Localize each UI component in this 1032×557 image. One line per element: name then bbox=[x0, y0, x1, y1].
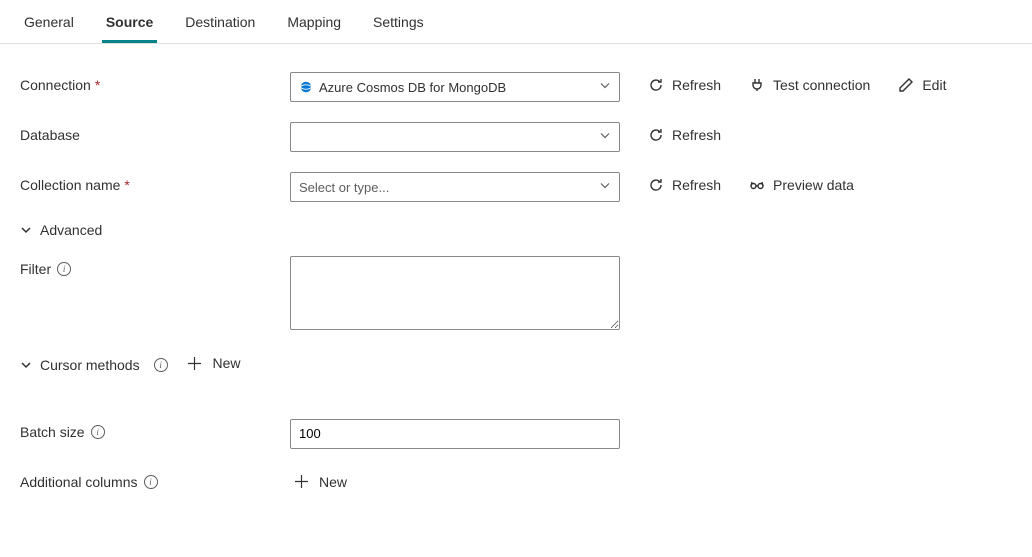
plug-icon bbox=[749, 77, 765, 93]
filter-label: Filter i bbox=[20, 256, 290, 277]
new-additional-column-button[interactable]: New bbox=[290, 472, 351, 492]
batch-size-label: Batch size i bbox=[20, 419, 290, 440]
chevron-down-icon bbox=[599, 80, 611, 95]
refresh-collection-button[interactable]: Refresh bbox=[648, 177, 721, 193]
edit-connection-button[interactable]: Edit bbox=[898, 77, 946, 93]
refresh-connection-button[interactable]: Refresh bbox=[648, 77, 721, 93]
refresh-icon bbox=[648, 77, 664, 93]
glasses-icon bbox=[749, 177, 765, 193]
required-indicator: * bbox=[124, 177, 129, 193]
plus-icon bbox=[294, 474, 309, 489]
advanced-toggle[interactable]: Advanced bbox=[20, 222, 102, 238]
info-icon[interactable]: i bbox=[57, 262, 71, 276]
tab-mapping[interactable]: Mapping bbox=[283, 2, 345, 43]
chevron-down-icon bbox=[599, 180, 611, 195]
database-label: Database bbox=[20, 122, 290, 143]
info-icon[interactable]: i bbox=[144, 475, 158, 489]
new-cursor-method-button[interactable]: New bbox=[183, 353, 244, 373]
additional-columns-label: Additional columns i bbox=[20, 469, 290, 490]
connection-value: Azure Cosmos DB for MongoDB bbox=[319, 80, 506, 95]
chevron-down-icon bbox=[599, 130, 611, 145]
tab-destination[interactable]: Destination bbox=[181, 2, 259, 43]
info-icon[interactable]: i bbox=[154, 358, 168, 372]
connection-label: Connection* bbox=[20, 72, 290, 93]
tabs-bar: General Source Destination Mapping Setti… bbox=[0, 0, 1032, 44]
refresh-icon bbox=[648, 127, 664, 143]
cosmos-db-icon bbox=[299, 80, 313, 94]
collection-name-dropdown[interactable]: Select or type... bbox=[290, 172, 620, 202]
chevron-down-icon bbox=[20, 224, 32, 236]
plus-icon bbox=[187, 356, 202, 371]
batch-size-input[interactable] bbox=[290, 419, 620, 449]
chevron-down-icon bbox=[20, 359, 32, 371]
collection-placeholder: Select or type... bbox=[299, 180, 389, 195]
connection-dropdown[interactable]: Azure Cosmos DB for MongoDB bbox=[290, 72, 620, 102]
tab-source[interactable]: Source bbox=[102, 2, 157, 43]
cursor-methods-toggle[interactable]: Cursor methods i bbox=[20, 357, 168, 373]
tab-settings[interactable]: Settings bbox=[369, 2, 428, 43]
required-indicator: * bbox=[95, 77, 100, 93]
preview-data-button[interactable]: Preview data bbox=[749, 177, 854, 193]
refresh-icon bbox=[648, 177, 664, 193]
collection-name-label: Collection name* bbox=[20, 172, 290, 193]
info-icon[interactable]: i bbox=[91, 425, 105, 439]
database-dropdown[interactable] bbox=[290, 122, 620, 152]
refresh-database-button[interactable]: Refresh bbox=[648, 127, 721, 143]
filter-textarea[interactable] bbox=[290, 256, 620, 330]
test-connection-button[interactable]: Test connection bbox=[749, 77, 870, 93]
pencil-icon bbox=[898, 77, 914, 93]
tab-general[interactable]: General bbox=[20, 2, 78, 43]
